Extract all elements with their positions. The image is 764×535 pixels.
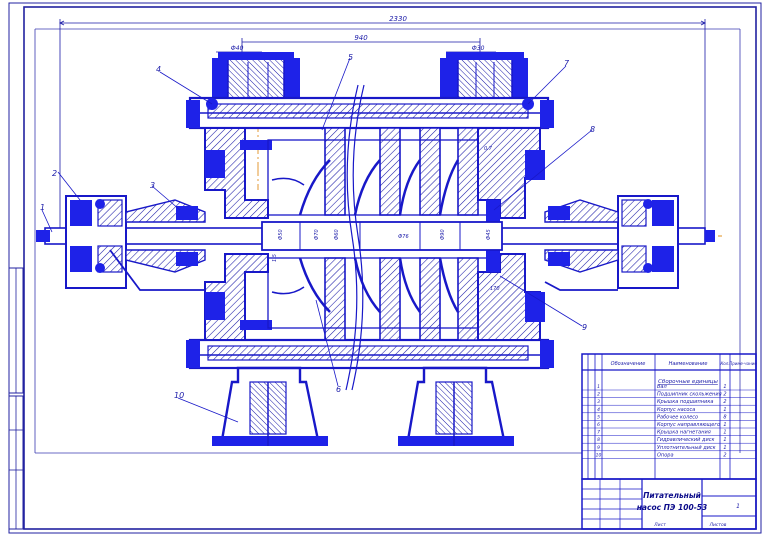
sheet-number: 1 <box>736 503 740 510</box>
spec-row-name: Корпус направляющего <box>657 422 720 428</box>
spec-row-qty: 8 <box>723 414 726 420</box>
spec-row-name: Опора <box>657 452 674 458</box>
callout-2: 2 <box>52 169 57 178</box>
spec-row-position: 1 <box>597 384 600 390</box>
dim-overall-length: 2330 <box>389 15 407 23</box>
spec-header-note: Приме-чание <box>729 361 757 366</box>
lower-casing <box>186 338 554 370</box>
callout-8: 8 <box>590 125 595 134</box>
discharge-nozzle <box>440 52 528 100</box>
spec-row-position: 2 <box>597 392 600 398</box>
spec-row-qty: 2 <box>723 399 726 405</box>
suction-nozzle <box>212 52 300 100</box>
dim-shaft-d5: Ф90 <box>440 229 446 240</box>
spec-row-name: Рабочее колесо <box>657 414 698 420</box>
sheets-label: Листов <box>709 522 727 528</box>
dim-shaft-d2: Ф70 <box>314 229 320 240</box>
spec-row-name: Уплотнительный диск <box>657 445 716 451</box>
dim-outlet-flange: Ф30 <box>472 45 485 52</box>
spec-row-position: 7 <box>597 430 600 436</box>
spec-row-position: 5 <box>597 414 600 420</box>
spec-row-position: 10 <box>596 452 602 458</box>
spec-row-position: 9 <box>597 445 600 451</box>
spec-row-qty: 1 <box>723 430 726 436</box>
spec-row-qty: 2 <box>723 392 726 398</box>
spec-row-position: 6 <box>597 422 600 428</box>
spec-header-designation: Обозначение <box>611 361 646 367</box>
upper-casing <box>186 96 554 130</box>
callout-9: 9 <box>582 323 587 332</box>
spec-row-qty: 2 <box>723 452 726 458</box>
callout-1: 1 <box>40 203 45 212</box>
dim-shaft-d4: Ф76 <box>398 234 409 240</box>
spec-row-position: 3 <box>597 399 600 405</box>
dim-small-3: 170 <box>490 286 500 292</box>
spec-row-qty: 1 <box>723 445 726 451</box>
spec-row-qty: 1 <box>723 437 726 443</box>
dim-inlet-flange: Ф40 <box>231 45 244 52</box>
spec-row-position: 4 <box>597 407 600 413</box>
spec-header-qty: Кол. <box>720 361 729 366</box>
spec-header-name: Наименование <box>669 361 708 367</box>
spec-row-name: Корпус насоса <box>657 407 695 413</box>
spec-row-name: Крышка нагнетания <box>657 430 711 436</box>
spec-row-position: 8 <box>597 437 600 443</box>
dim-small-2: 1.5 <box>272 254 278 262</box>
spec-row-qty: 1 <box>723 384 726 390</box>
callout-3: 3 <box>150 181 155 190</box>
dim-between-flanges: 940 <box>354 34 368 42</box>
dim-shaft-d3: Ф60 <box>334 229 340 240</box>
spec-row-name: Подшипник скольжения <box>657 392 722 398</box>
shaft <box>36 221 715 251</box>
spec-row-name: Гидравлический диск <box>657 437 715 443</box>
pump-assembly-drawing: 2330 940 Ф40 Ф30 Ф50 Ф70 Ф60 Ф76 Ф90 Ф45… <box>8 2 762 534</box>
title-line-2: насос ПЭ 100-53 <box>637 503 708 512</box>
spec-row-qty: 1 <box>723 407 726 413</box>
callout-7: 7 <box>564 59 570 68</box>
spec-row-name: Крышка подшипника <box>657 399 713 405</box>
callout-5: 5 <box>348 53 353 62</box>
sheet-label: Лист <box>653 522 666 528</box>
title-line-1: Питательный <box>643 491 702 500</box>
spec-section-title: Сборочные единицы <box>658 379 718 385</box>
dim-shaft-d1: Ф50 <box>278 229 284 240</box>
callout-10: 10 <box>174 391 184 400</box>
spec-row-qty: 1 <box>723 422 726 428</box>
left-support <box>212 366 328 446</box>
callout-6: 6 <box>336 385 341 394</box>
dim-small-1: 0.7 <box>484 146 493 152</box>
right-support <box>398 366 514 446</box>
callout-4: 4 <box>156 65 161 74</box>
dim-shaft-d6: Ф45 <box>486 229 492 240</box>
